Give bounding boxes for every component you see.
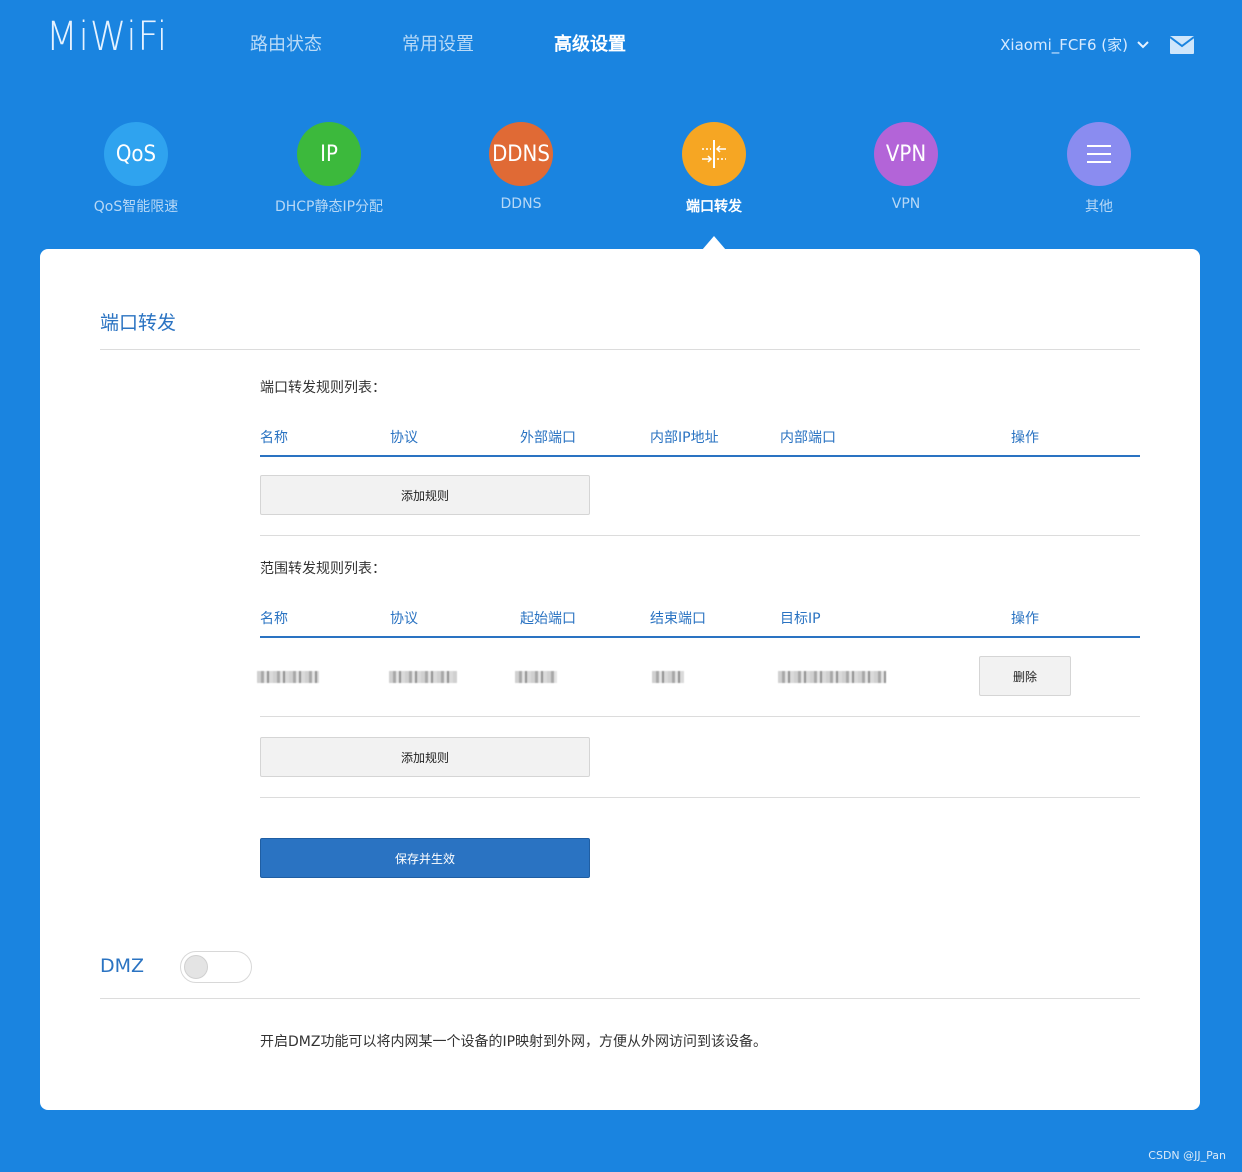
redacted-protocol: [389, 671, 457, 683]
col-protocol: 协议: [390, 611, 418, 627]
chevron-down-icon: [1137, 40, 1149, 48]
col-action: 操作: [1011, 611, 1039, 627]
tool-ddns[interactable]: DDNS DDNS: [431, 122, 611, 212]
dmz-title: DMZ: [100, 955, 145, 977]
tool-ddns-label: DDNS: [500, 196, 542, 212]
col-start-port: 起始端口: [520, 611, 576, 627]
feature-toolbar: QoS QoS智能限速 IP DHCP静态IP分配 DDNS DDNS 端口转发…: [0, 122, 1242, 222]
add-port-rule-button[interactable]: 添加规则: [260, 475, 590, 515]
col-external-port: 外部端口: [520, 430, 576, 446]
delete-rule-button[interactable]: 删除: [979, 656, 1071, 696]
dmz-description: 开启DMZ功能可以将内网某一个设备的IP映射到外网，方便从外网访问到该设备。: [260, 1034, 768, 1050]
col-internal-port: 内部端口: [780, 430, 836, 446]
col-action: 操作: [1011, 430, 1039, 446]
tool-vpn-label: VPN: [891, 196, 921, 212]
col-protocol: 协议: [390, 430, 418, 446]
redacted-end-port: [652, 671, 684, 683]
redacted-start-port: [515, 671, 557, 683]
redacted-name: [257, 671, 319, 683]
tool-port-forward[interactable]: 端口转发: [624, 122, 804, 216]
redacted-target-ip: [778, 671, 886, 683]
nav-router-status[interactable]: 路由状态: [250, 30, 322, 56]
watermark: CSDN @JJ_Pan: [1148, 1149, 1226, 1162]
top-navigation: 路由状态 常用设置 高级设置: [250, 30, 706, 56]
divider: [100, 349, 1140, 350]
content-panel: 端口转发 端口转发规则列表： 名称 协议 外部端口 内部IP地址 内部端口 操作…: [40, 249, 1200, 1110]
tool-dhcp-label: DHCP静态IP分配: [274, 199, 384, 215]
qos-icon: QoS: [104, 122, 168, 186]
save-and-apply-button[interactable]: 保存并生效: [260, 838, 590, 878]
tool-qos[interactable]: QoS QoS智能限速: [46, 122, 226, 216]
col-name: 名称: [260, 611, 288, 627]
tool-vpn[interactable]: VPN VPN: [816, 122, 996, 212]
active-tab-pointer: [702, 236, 726, 250]
col-target-ip: 目标IP: [780, 611, 821, 627]
toggle-knob: [184, 955, 208, 979]
col-internal-ip: 内部IP地址: [650, 430, 719, 446]
vpn-icon: VPN: [874, 122, 938, 186]
nav-common-settings[interactable]: 常用设置: [402, 30, 474, 56]
tool-dhcp-static-ip[interactable]: IP DHCP静态IP分配: [239, 122, 419, 216]
col-name: 名称: [260, 430, 288, 446]
add-range-rule-button[interactable]: 添加规则: [260, 737, 590, 777]
tool-other[interactable]: 其他: [1009, 122, 1189, 216]
device-selector[interactable]: Xiaomi_FCF6 (家): [1000, 34, 1150, 55]
table-row: 删除: [257, 635, 1140, 717]
nav-advanced-settings[interactable]: 高级设置: [554, 30, 626, 56]
dmz-toggle[interactable]: [180, 951, 252, 983]
tool-other-label: 其他: [1085, 199, 1113, 215]
mail-icon[interactable]: [1170, 36, 1194, 54]
port-list-title: 端口转发规则列表：: [260, 380, 386, 396]
menu-icon: [1067, 122, 1131, 186]
ddns-icon: DDNS: [489, 122, 553, 186]
miwifi-logo: MiWiFi: [46, 14, 169, 60]
divider: [100, 998, 1140, 999]
port-forward-icon: [682, 122, 746, 186]
port-forward-title: 端口转发: [100, 312, 177, 334]
ip-icon: IP: [297, 122, 361, 186]
range-list-title: 范围转发规则列表：: [260, 561, 386, 577]
divider: [260, 797, 1140, 798]
tool-port-forward-label: 端口转发: [686, 199, 742, 215]
divider: [260, 535, 1140, 536]
tool-qos-label: QoS智能限速: [93, 199, 179, 215]
range-list-header: 名称 协议 起始端口 结束端口 目标IP 操作: [260, 608, 1140, 638]
col-end-port: 结束端口: [650, 611, 706, 627]
port-list-header: 名称 协议 外部端口 内部IP地址 内部端口 操作: [260, 427, 1140, 457]
device-name: Xiaomi_FCF6 (家): [1000, 36, 1128, 54]
